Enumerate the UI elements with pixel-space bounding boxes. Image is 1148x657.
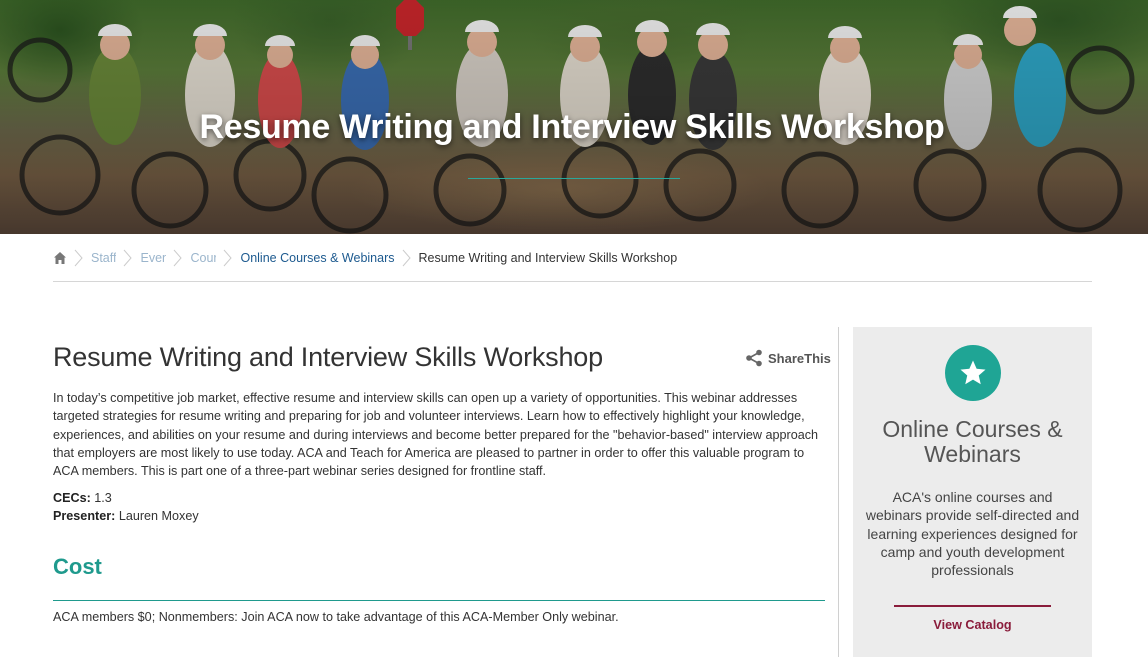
breadcrumb-item-events[interactable]: Even — [140, 251, 166, 265]
sidebar-title: Online Courses & Webinars — [882, 416, 1063, 467]
chevron-right-icon — [124, 249, 133, 267]
sidebar-card: Online Courses & Webinars ACA's online c… — [853, 327, 1092, 657]
cost-heading: Cost — [53, 554, 102, 579]
presenter-row: Presenter: Lauren Moxey — [53, 507, 199, 525]
presenter-label: Presenter: — [53, 509, 116, 524]
breadcrumb-item-courses[interactable]: Cour — [190, 251, 216, 265]
home-icon[interactable] — [53, 251, 67, 265]
star-badge — [945, 345, 1001, 401]
chevron-right-icon — [74, 249, 83, 267]
hero-title: Resume Writing and Interview Skills Work… — [199, 108, 945, 146]
breadcrumb: Staff Even Cour Online Courses & Webinar… — [53, 248, 677, 268]
breadcrumb-home[interactable] — [53, 251, 67, 265]
cecs-value: 1.3 — [94, 491, 112, 505]
cost-text: ACA members $0; Nonmembers: Join ACA now… — [53, 610, 619, 624]
sidebar-description: ACA's online courses and webinars provid… — [865, 489, 1080, 579]
breadcrumb-divider — [53, 281, 1092, 282]
hero-divider — [468, 178, 680, 179]
share-button[interactable]: ShareThis — [745, 349, 831, 367]
cecs-row: CECs: 1.3 — [53, 489, 199, 507]
breadcrumb-item-online-courses[interactable]: Online Courses & Webinars — [240, 251, 394, 265]
share-icon — [746, 349, 762, 367]
workshop-description: In today’s competitive job market, effec… — [53, 391, 819, 479]
hero-banner: Resume Writing and Interview Skills Work… — [0, 0, 1148, 234]
presenter-value: Lauren Moxey — [118, 509, 199, 524]
chevron-right-icon — [224, 249, 233, 267]
chevron-right-icon — [174, 249, 183, 267]
view-catalog-link[interactable]: View Catalog — [853, 618, 1092, 632]
sidebar-divider — [894, 605, 1051, 607]
cecs-label: CECs: — [53, 491, 91, 505]
share-label: ShareThis — [768, 350, 831, 366]
star-icon — [960, 360, 986, 385]
chevron-right-icon — [402, 249, 411, 267]
breadcrumb-item-staff[interactable]: Staff — [91, 251, 116, 265]
workshop-meta: CECs: 1.3 Presenter: Lauren Moxey — [53, 489, 199, 526]
breadcrumb-current: Resume Writing and Interview Skills Work… — [418, 251, 678, 265]
page-title: Resume Writing and Interview Skills Work… — [53, 342, 603, 372]
column-divider — [838, 327, 839, 657]
cost-divider — [53, 600, 825, 601]
